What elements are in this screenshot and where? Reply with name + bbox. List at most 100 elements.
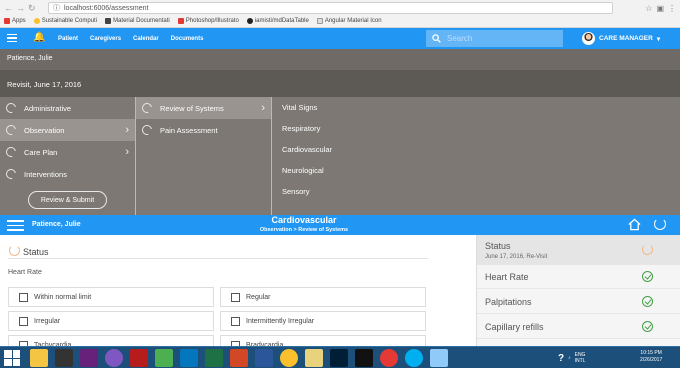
taskbar-apps — [30, 349, 448, 367]
option-intermittently-irregular[interactable]: Intermittently Irregular — [220, 311, 426, 331]
chevron-right-icon: › — [125, 146, 129, 158]
menu-item-observation[interactable]: Observation › — [0, 119, 135, 141]
volume-icon[interactable]: ♪ — [568, 355, 571, 361]
menu-item-pain-assessment[interactable]: Pain Assessment — [136, 119, 271, 141]
address-bar[interactable]: ⓘ localhost:6006/assessment — [48, 2, 613, 14]
main-nav: Patient Caregivers Calendar Documents — [58, 28, 203, 49]
system-clock[interactable]: 10:15 PM 2/26/2017 — [640, 350, 662, 364]
paint-icon[interactable] — [430, 349, 448, 367]
console-icon[interactable] — [355, 349, 373, 367]
progress-ring-icon — [4, 101, 18, 115]
app-header: 🔔 Patient Caregivers Calendar Documents … — [0, 28, 680, 49]
terminal-icon[interactable] — [55, 349, 73, 367]
file-explorer-icon[interactable] — [30, 349, 48, 367]
bookmark-item[interactable]: Angular Material Icon — [316, 18, 382, 24]
page-title: Cardiovascular — [271, 215, 337, 225]
checkbox[interactable] — [231, 293, 240, 302]
menu-item-neurological[interactable]: Neurological — [272, 160, 680, 181]
heart-rate-label: Heart Rate — [8, 269, 42, 276]
extension-icon[interactable]: ▣ — [656, 4, 664, 13]
address-text: localhost:6006/assessment — [64, 4, 149, 12]
menu-item-interventions[interactable]: Interventions — [0, 163, 135, 185]
eclipse-icon[interactable] — [105, 349, 123, 367]
avatar — [582, 32, 595, 45]
skype-icon[interactable] — [405, 349, 423, 367]
help-icon[interactable]: ? — [558, 353, 564, 364]
chrome-icon[interactable] — [280, 349, 298, 367]
page-icon — [316, 18, 323, 24]
youtube-icon — [177, 18, 184, 24]
home-icon[interactable] — [628, 218, 641, 231]
browser-nav: ← → ↻ — [4, 2, 36, 14]
hamburger-menu-icon[interactable] — [7, 220, 24, 234]
menu-item-cardiovascular[interactable]: Cardiovascular — [272, 139, 680, 160]
github-icon — [246, 18, 253, 24]
menu-item-sensory[interactable]: Sensory — [272, 181, 680, 202]
search-icon — [432, 34, 441, 43]
bookmark-item[interactable]: Sustainable Computi — [33, 18, 97, 24]
option-within-normal-limit[interactable]: Within normal limit — [8, 287, 214, 307]
flash-icon[interactable] — [130, 349, 148, 367]
chrome-icon[interactable] — [380, 349, 398, 367]
progress-ring-icon — [4, 167, 18, 181]
checkbox[interactable] — [19, 293, 28, 302]
checkbox[interactable] — [231, 317, 240, 326]
powerpoint-icon[interactable] — [230, 349, 248, 367]
status-item-heart-rate[interactable]: Heart Rate — [477, 265, 680, 289]
forward-icon[interactable]: → — [16, 3, 25, 13]
user-menu[interactable]: CARE MANAGER ▾ — [582, 30, 660, 47]
option-irregular[interactable]: Irregular — [8, 311, 214, 331]
menu-item-review-of-systems[interactable]: Review of Systems › — [136, 97, 271, 119]
bottom-margin — [0, 368, 680, 382]
status-panel-subtitle: June 17, 2016, Re-Visit — [485, 254, 548, 260]
option-regular[interactable]: Regular — [220, 287, 426, 307]
nav-patient[interactable]: Patient — [58, 36, 78, 42]
page-info-icon: ⓘ — [53, 5, 60, 12]
search-input[interactable] — [447, 34, 557, 43]
browser-chrome: ← → ↻ ⓘ localhost:6006/assessment ☆ ▣ ⋮ … — [0, 0, 680, 28]
android-studio-icon[interactable] — [155, 349, 173, 367]
menu-item-respiratory[interactable]: Respiratory — [272, 118, 680, 139]
folder-icon[interactable] — [305, 349, 323, 367]
bookmark-item[interactable]: iamisti/mdDataTable — [246, 18, 309, 24]
status-item-capillary-refills[interactable]: Capillary refills — [477, 315, 680, 339]
menu-dots-icon[interactable]: ⋮ — [668, 4, 676, 13]
bookmark-item[interactable]: Photoshop/Illustrato — [177, 18, 239, 24]
assessment-menu: Administrative Observation › Care Plan › I… — [0, 97, 680, 215]
status-item-palpitations[interactable]: Palpitations — [477, 290, 680, 314]
remote-desktop-icon[interactable] — [180, 349, 198, 367]
nav-caregivers[interactable]: Caregivers — [90, 36, 121, 42]
bookmark-item[interactable]: Material Documentati — [105, 18, 170, 24]
nav-calendar[interactable]: Calendar — [133, 36, 159, 42]
windows-taskbar: ? ♪ ENG INTL 10:15 PM 2/26/2017 — [0, 346, 680, 368]
context-bar: Patience, Julie Cardiovascular Observati… — [0, 215, 680, 235]
menu-item-vital-signs[interactable]: Vital Signs — [272, 97, 680, 118]
lang-indicator[interactable]: ENG INTL — [575, 352, 586, 364]
photoshop-icon[interactable] — [330, 349, 348, 367]
nav-documents[interactable]: Documents — [171, 36, 204, 42]
windows-start-icon[interactable] — [4, 350, 20, 366]
status-panel-header[interactable]: Status June 17, 2016, Re-Visit — [477, 235, 680, 265]
apps-grid-icon — [4, 18, 10, 24]
check-circle-icon — [642, 321, 653, 332]
star-icon[interactable]: ☆ — [645, 4, 652, 13]
search-box — [426, 30, 563, 47]
bell-icon[interactable]: 🔔 — [33, 32, 45, 43]
hamburger-menu-icon[interactable] — [7, 34, 17, 44]
bookmark-icon — [33, 18, 40, 24]
menu-item-care-plan[interactable]: Care Plan › — [0, 141, 135, 163]
browser-extensions: ☆ ▣ ⋮ — [645, 2, 676, 14]
menu-item-administrative[interactable]: Administrative — [0, 97, 135, 119]
visual-studio-icon[interactable] — [80, 349, 98, 367]
word-icon[interactable] — [255, 349, 273, 367]
status-ring-icon — [642, 244, 653, 255]
back-icon[interactable]: ← — [4, 3, 13, 13]
review-submit-button[interactable]: Review & Submit — [28, 191, 107, 209]
checkbox[interactable] — [19, 317, 28, 326]
refresh-icon[interactable] — [654, 218, 666, 230]
excel-icon[interactable] — [205, 349, 223, 367]
bookmark-item[interactable]: Apps — [4, 18, 26, 24]
reload-icon[interactable]: ↻ — [28, 3, 36, 14]
status-ring-icon — [9, 245, 20, 256]
status-panel-title: Status — [485, 241, 511, 251]
